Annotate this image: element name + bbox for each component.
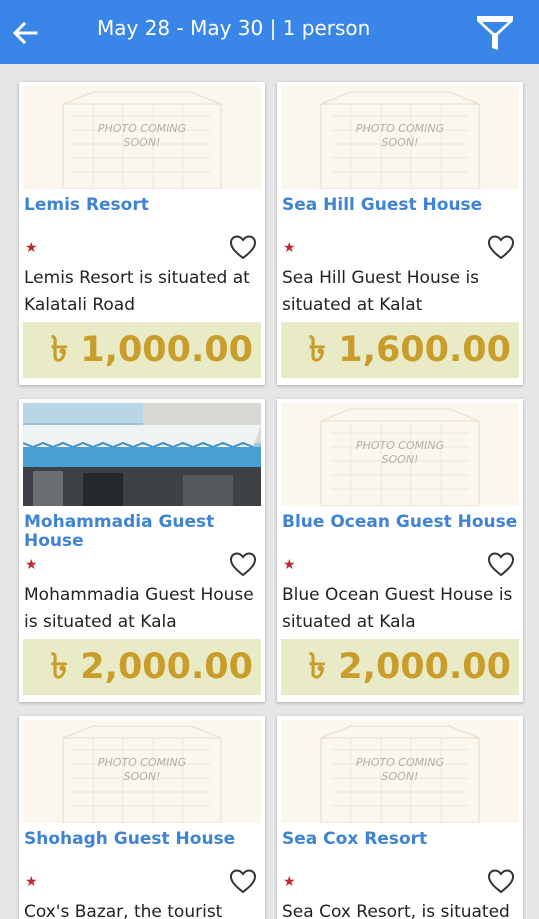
listing-card[interactable]: PHOTO COMING SOON! Sea Hill Guest House … [277, 82, 523, 385]
heart-icon[interactable] [487, 551, 515, 577]
listing-description: Blue Ocean Guest House is situated at Ka… [282, 585, 513, 632]
placeholder-text-1: PHOTO COMING [356, 122, 444, 135]
placeholder-text-2: SOON! [124, 136, 161, 149]
building-placeholder-image: PHOTO COMING SOON! [320, 408, 480, 506]
heart-icon[interactable] [229, 551, 257, 577]
star-icon: ★ [25, 556, 38, 572]
placeholder-text-1: PHOTO COMING [356, 439, 444, 452]
photo-placeholder: PHOTO COMING SOON! [281, 720, 519, 823]
app-bar: May 28 - May 30 | 1 person [0, 0, 539, 64]
listing-card[interactable]: PHOTO COMING SOON! Lemis Resort ★ Lemis … [19, 82, 265, 385]
photo-placeholder: PHOTO COMING SOON! [281, 86, 519, 189]
star-icon: ★ [25, 239, 38, 255]
listing-name[interactable]: Shohagh Guest House [24, 830, 260, 849]
star-icon: ★ [283, 556, 296, 572]
placeholder-text-1: PHOTO COMING [356, 756, 444, 769]
placeholder-text-2: SOON! [382, 770, 419, 783]
photo-placeholder: PHOTO COMING SOON! [23, 720, 261, 823]
star-icon: ★ [283, 873, 296, 889]
placeholder-text-2: SOON! [382, 453, 419, 466]
listing-price: ৳ 1,600.00 [281, 322, 519, 378]
placeholder-text-1: PHOTO COMING [98, 756, 186, 769]
listing-card[interactable]: PHOTO COMING SOON! Sea Cox Resort ★ Sea … [277, 716, 523, 919]
listing-grid: PHOTO COMING SOON! Lemis Resort ★ Lemis … [0, 64, 539, 919]
listing-photo [23, 403, 261, 506]
listing-name[interactable]: Mohammadia Guest House [24, 513, 260, 551]
listing-price: ৳ 2,000.00 [23, 639, 261, 695]
listing-name[interactable]: Sea Hill Guest House [282, 196, 518, 215]
listing-name[interactable]: Sea Cox Resort [282, 830, 518, 849]
placeholder-text-1: PHOTO COMING [98, 122, 186, 135]
listing-card[interactable]: PHOTO COMING SOON! Blue Ocean Guest Hous… [277, 399, 523, 702]
guest-house-photo [23, 403, 261, 506]
placeholder-text-2: SOON! [382, 136, 419, 149]
listing-card[interactable]: Mohammadia Guest House ★ Mohammadia Gues… [19, 399, 265, 702]
funnel-filter-icon[interactable] [474, 12, 516, 54]
heart-icon[interactable] [229, 868, 257, 894]
heart-icon[interactable] [487, 234, 515, 260]
listing-description: Sea Hill Guest House is situated at Kala… [282, 268, 480, 315]
star-icon: ★ [283, 239, 296, 255]
building-placeholder-image: PHOTO COMING SOON! [62, 725, 222, 823]
heart-icon[interactable] [487, 868, 515, 894]
listing-description: Sea Cox Resort, is situated [282, 902, 510, 919]
listing-description: Cox's Bazar, the tourist [24, 902, 223, 919]
listing-description: Mohammadia Guest House is situated at Ka… [24, 585, 254, 632]
building-placeholder-image: PHOTO COMING SOON! [320, 725, 480, 823]
building-placeholder-image: PHOTO COMING SOON! [62, 91, 222, 189]
listing-card[interactable]: PHOTO COMING SOON! Shohagh Guest House ★… [19, 716, 265, 919]
placeholder-text-2: SOON! [124, 770, 161, 783]
listing-description: Lemis Resort is situated at Kalatali Roa… [24, 268, 250, 315]
arrow-left-icon[interactable] [10, 18, 40, 48]
photo-placeholder: PHOTO COMING SOON! [281, 403, 519, 506]
listing-name[interactable]: Blue Ocean Guest House [282, 513, 518, 532]
listing-price: ৳ 2,000.00 [281, 639, 519, 695]
listing-name[interactable]: Lemis Resort [24, 196, 260, 215]
listing-price: ৳ 1,000.00 [23, 322, 261, 378]
building-placeholder-image: PHOTO COMING SOON! [320, 91, 480, 189]
heart-icon[interactable] [229, 234, 257, 260]
page-title: May 28 - May 30 | 1 person [97, 16, 371, 40]
photo-placeholder: PHOTO COMING SOON! [23, 86, 261, 189]
star-icon: ★ [25, 873, 38, 889]
